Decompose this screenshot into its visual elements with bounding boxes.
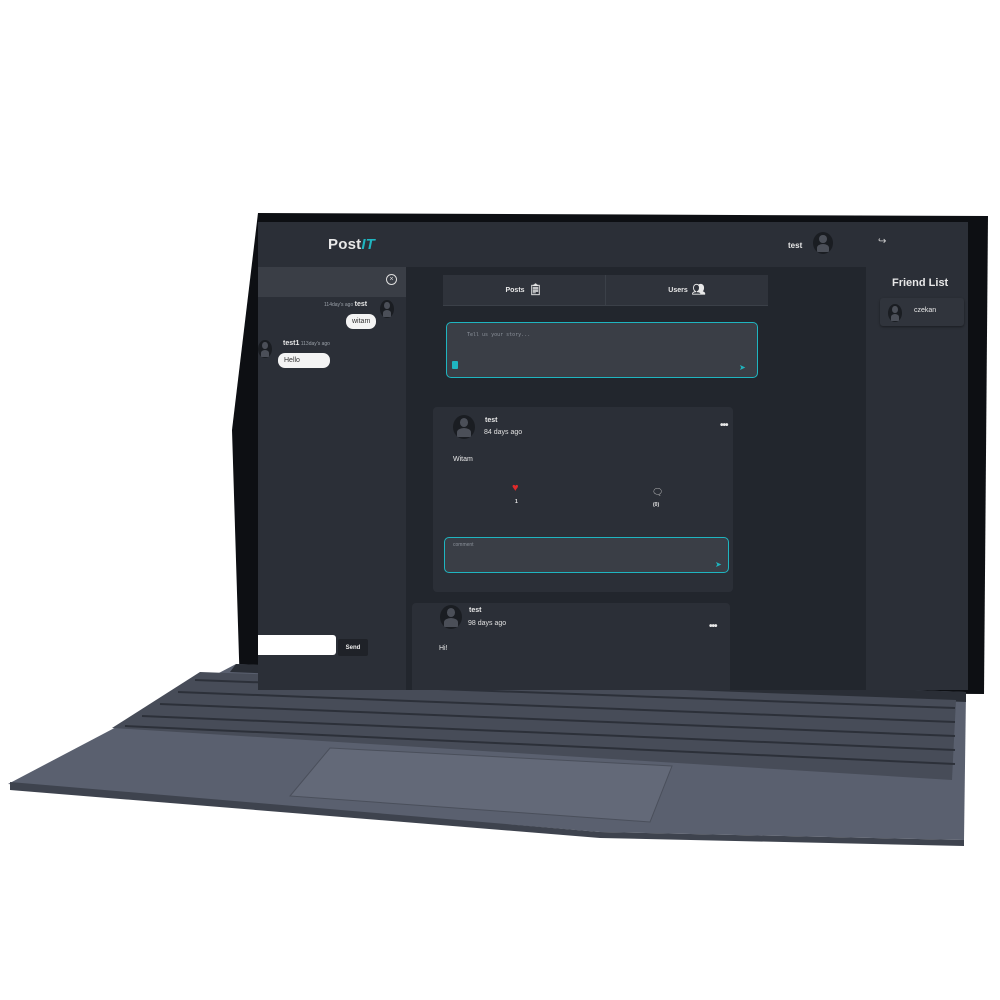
tab-posts[interactable]: Posts 📋︎ bbox=[443, 275, 605, 305]
post-author-avatar-icon[interactable] bbox=[440, 605, 462, 629]
feed-tabs: Posts 📋︎ Users 👥︎ bbox=[443, 275, 768, 306]
post-card: test 98 days ago ••• Hi! bbox=[412, 603, 730, 690]
close-icon[interactable]: × bbox=[386, 274, 397, 285]
friend-list-title: Friend List bbox=[892, 277, 949, 289]
chat-avatar-icon bbox=[380, 300, 394, 318]
chat-message-meta: 114day's ago test bbox=[324, 301, 368, 308]
post-text: Witam bbox=[453, 456, 473, 463]
new-post-composer[interactable]: Tell us your story... ➤ bbox=[446, 322, 758, 378]
chat-message-bubble: witam bbox=[346, 314, 377, 329]
post-author[interactable]: test bbox=[485, 417, 497, 424]
friend-avatar-icon bbox=[888, 304, 902, 322]
comment-count: (0) bbox=[653, 502, 660, 508]
clipboard-icon: 📋︎ bbox=[528, 284, 543, 296]
post-text: Hi! bbox=[439, 645, 448, 652]
tab-users[interactable]: Users 👥︎ bbox=[605, 275, 768, 305]
send-comment-icon[interactable]: ➤ bbox=[715, 560, 722, 569]
post-menu-icon[interactable]: ••• bbox=[720, 420, 728, 431]
users-icon: 👥︎ bbox=[691, 284, 706, 296]
friend-item[interactable]: czekan bbox=[880, 298, 964, 326]
post-date: 98 days ago bbox=[468, 620, 507, 627]
post-date: 84 days ago bbox=[484, 429, 523, 436]
current-username[interactable]: test bbox=[788, 241, 802, 250]
logout-icon[interactable]: ↪ bbox=[878, 236, 892, 250]
comment-icon[interactable]: 🗨︎ bbox=[652, 487, 663, 498]
send-button[interactable]: Send bbox=[338, 639, 368, 656]
comment-placeholder: comment bbox=[453, 542, 474, 548]
post-author[interactable]: test bbox=[469, 607, 481, 614]
chat-message-meta: test1 113day's ago bbox=[283, 340, 330, 347]
chat-avatar-icon bbox=[258, 340, 272, 358]
send-post-icon[interactable]: ➤ bbox=[739, 363, 746, 372]
app-screen: PostIT test ↪ × 114day's ago test witam … bbox=[258, 222, 968, 690]
like-icon[interactable]: ♥ bbox=[512, 482, 519, 494]
app-logo[interactable]: PostIT bbox=[328, 236, 375, 253]
comment-input[interactable]: comment ➤ bbox=[444, 537, 729, 573]
post-menu-icon[interactable]: ••• bbox=[709, 621, 717, 632]
main-feed: Posts 📋︎ Users 👥︎ Tell us your story... ➤ … bbox=[406, 267, 866, 690]
attach-file-icon[interactable] bbox=[452, 361, 458, 369]
like-count: 1 bbox=[515, 499, 518, 505]
user-avatar-icon[interactable] bbox=[813, 232, 833, 254]
chat-message-input[interactable] bbox=[258, 635, 336, 655]
friend-name: czekan bbox=[914, 307, 937, 314]
post-author-avatar-icon[interactable] bbox=[453, 415, 475, 439]
chat-header: × bbox=[258, 267, 406, 297]
chat-sidebar: × 114day's ago test witam test1 113day's… bbox=[258, 267, 406, 690]
friend-list-panel: Friend List czekan bbox=[866, 267, 968, 690]
top-bar: PostIT test ↪ bbox=[258, 222, 968, 267]
chat-message-bubble: Hello bbox=[278, 353, 330, 368]
composer-placeholder: Tell us your story... bbox=[467, 332, 531, 338]
post-card: test 84 days ago ••• Witam ♥ 1 🗨︎ (0) co… bbox=[433, 407, 733, 592]
